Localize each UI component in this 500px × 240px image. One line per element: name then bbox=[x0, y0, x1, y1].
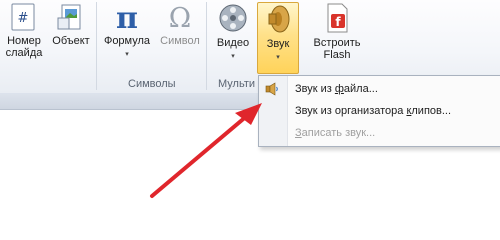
annotation-arrow bbox=[150, 103, 262, 198]
